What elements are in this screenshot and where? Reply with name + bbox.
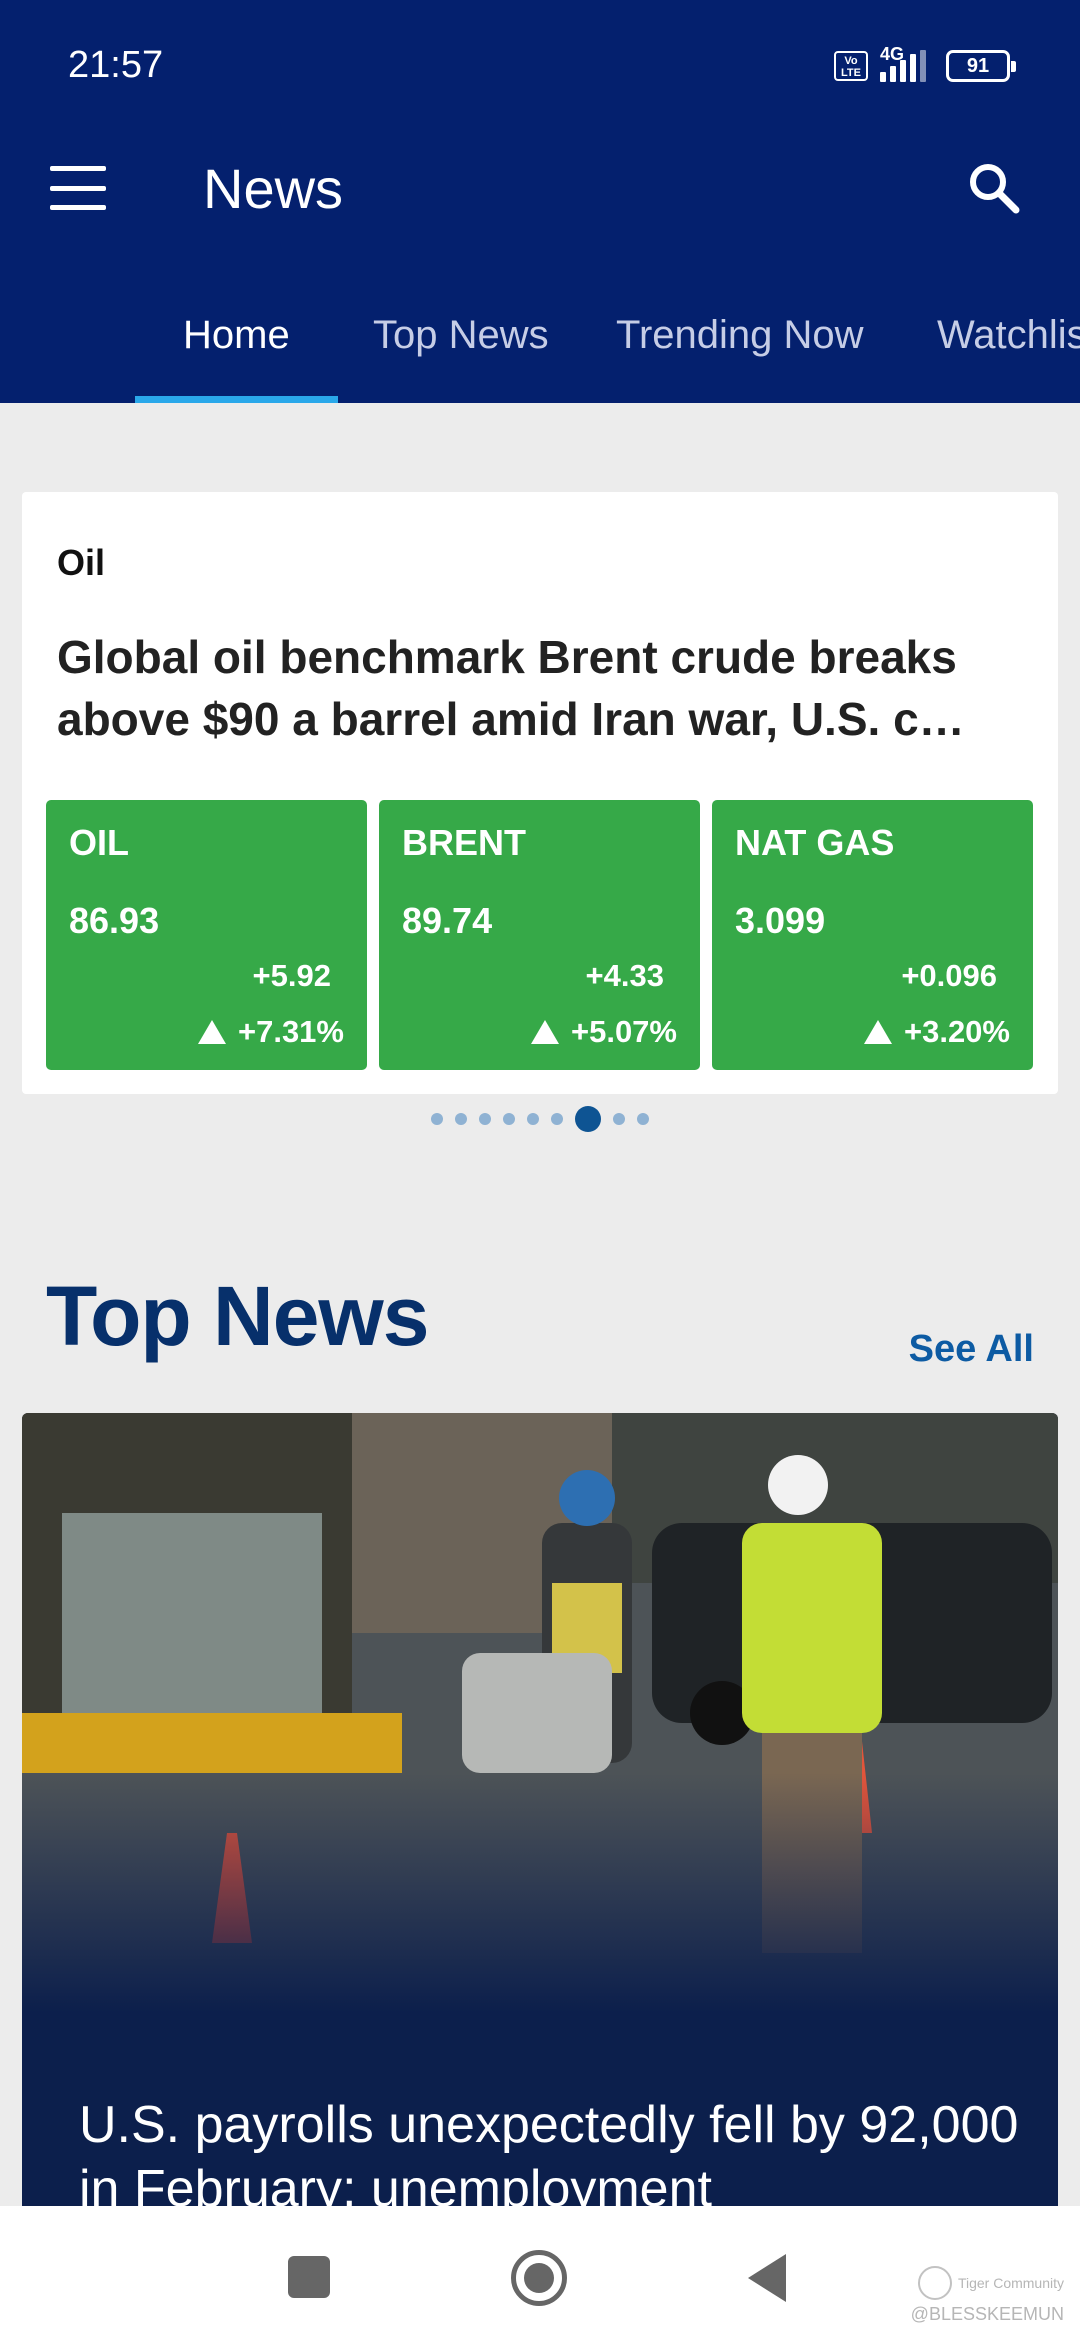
story-category: Oil [57,542,106,583]
quote-name: NAT GAS [735,822,895,863]
pager-dot[interactable] [503,1113,515,1125]
watermark: Tiger Community @BLESSKEEMUN [911,2266,1064,2325]
quote-name: OIL [69,822,129,863]
carousel-pager[interactable] [0,1106,1080,1132]
back-button-icon[interactable] [748,2254,786,2302]
story-headline[interactable]: Global oil benchmark Brent crude breaks … [57,626,1037,750]
tab-indicator [135,396,338,403]
news-headline: U.S. payrolls unexpectedly fell by 92,00… [79,2096,1019,2218]
tab-watchlist[interactable]: Watchlis [937,313,1080,358]
top-news-card[interactable]: U.S. payrolls unexpectedly fell by 92,00… [22,1413,1058,2340]
quote-tile-oil[interactable]: OIL 86.93 +5.92 +7.31% [46,800,367,1070]
home-button-icon[interactable] [511,2250,567,2306]
system-nav-bar: Tiger Community @BLESSKEEMUN [0,2206,1080,2340]
pager-dot[interactable] [431,1113,443,1125]
news-photo [22,1413,1058,2013]
up-arrow-icon [530,1020,559,1044]
pager-dot[interactable] [575,1106,601,1132]
see-all-link[interactable]: See All [909,1328,1034,1371]
tab-bar: Home Top News Trending Now Watchlis [0,300,1080,403]
quote-percent-value: +3.20% [903,1014,1010,1049]
quote-row: OIL 86.93 +5.92 +7.31% BRENT 89.74 +4.33… [46,800,1033,1070]
quote-percent-value: +7.31% [237,1014,344,1049]
pager-dot[interactable] [527,1113,539,1125]
hamburger-menu-icon[interactable] [50,166,106,210]
section-title-top-news: Top News [46,1269,429,1363]
page-title: News [203,157,344,220]
quote-price: 89.74 [402,900,493,941]
pager-dot[interactable] [613,1113,625,1125]
tab-top-news[interactable]: Top News [373,313,549,358]
status-icons: Vo LTE 4G 91 [834,44,1016,86]
app-header: 21:57 Vo LTE 4G 91 News Home Top News Tr… [0,0,1080,403]
status-time: 21:57 [68,44,164,86]
quote-change: +0.096 [901,958,997,993]
quote-percent-value: +5.07% [570,1014,677,1049]
quote-change: +5.92 [252,958,331,993]
pager-dot[interactable] [551,1113,563,1125]
quote-price: 3.099 [735,900,826,941]
quote-name: BRENT [402,822,526,863]
watermark-brand: Tiger Community [911,2266,1064,2300]
network-type: 4G [880,44,905,64]
volte-icon: Vo LTE [834,51,868,81]
market-story-card[interactable]: Oil Global oil benchmark Brent crude bre… [22,492,1058,1094]
tab-home[interactable]: Home [183,313,290,358]
quote-percent: +7.31% [197,1014,344,1050]
pager-dot[interactable] [637,1113,649,1125]
tiger-logo-icon [917,2266,952,2300]
watermark-user: @BLESSKEEMUN [910,2304,1064,2324]
search-icon[interactable] [964,158,1024,218]
quote-tile-nat-gas[interactable]: NAT GAS 3.099 +0.096 +3.20% [712,800,1033,1070]
quote-tile-brent[interactable]: BRENT 89.74 +4.33 +5.07% [379,800,700,1070]
quote-percent: +5.07% [530,1014,677,1050]
battery-level: 91 [966,54,990,77]
quote-percent: +3.20% [863,1014,1010,1050]
up-arrow-icon [863,1020,892,1044]
quote-change: +4.33 [585,958,664,993]
tab-trending-now[interactable]: Trending Now [616,313,864,358]
recents-button-icon[interactable] [288,2256,330,2298]
up-arrow-icon [197,1020,226,1044]
pager-dot[interactable] [479,1113,491,1125]
pager-dot[interactable] [455,1113,467,1125]
signal-icon: 4G [880,44,926,82]
battery-icon: 91 [946,50,1016,82]
quote-price: 86.93 [69,900,160,941]
